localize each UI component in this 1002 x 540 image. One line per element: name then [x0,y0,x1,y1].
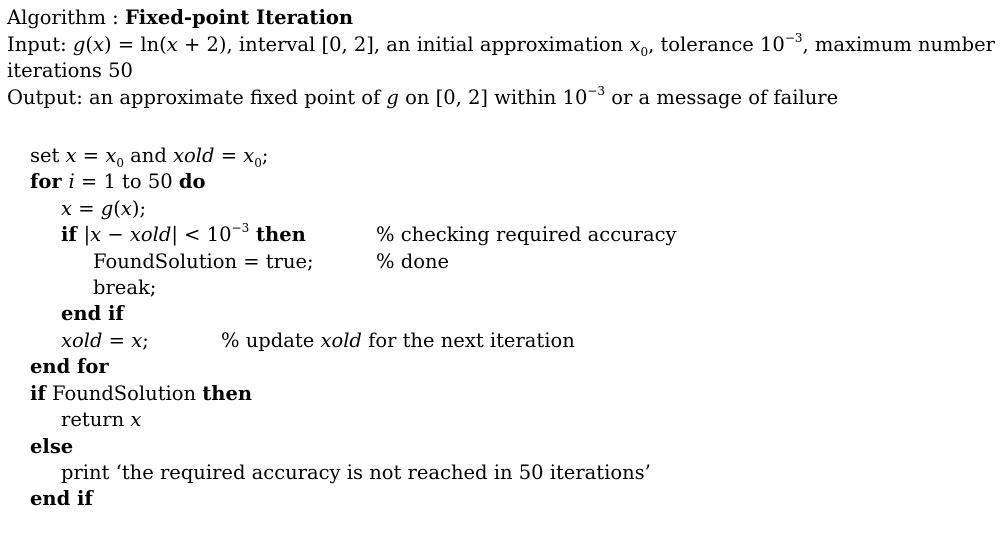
input-line: Input: g(x) = ln(x + 2), interval [0, 2]… [7,30,1002,59]
output-line: Output: an approximate fixed point of g … [7,83,839,109]
math-var: x [65,144,77,167]
input-text: , tolerance 10 [648,33,785,56]
math-exponent: −3 [587,83,606,98]
code-text: = [214,144,244,167]
code-text: | < 10 [171,223,232,246]
math-subscript: 0 [254,155,262,170]
math-var: x [166,33,178,56]
algorithm-title: Algorithm : Fixed-point Iteration [7,7,353,29]
math-var: xold [320,329,362,352]
code-line-set: set x = x0 and xold = x0; [30,144,269,170]
code-text: and [123,144,174,167]
math-text: ( [85,33,94,56]
code-text: = [102,329,132,352]
code-text: ); [131,197,147,220]
code-line-if: if |x − xold| < 10−3 then [61,220,306,246]
code-text: return [61,408,131,431]
math-var: x [120,197,132,220]
code-text: = [76,144,106,167]
output-text: on [0, 2] within 10 [398,86,588,109]
math-var: x [131,329,143,352]
math-var: xold [173,144,215,167]
input-line-continued: iterations 50 [7,60,133,82]
comment-update: % update xold for the next iteration [221,330,575,352]
keyword: if [61,223,84,246]
output-text: Output: an approximate fixed point of [7,86,387,109]
math-text: ) = ln( [104,33,167,56]
code-text: ; [142,329,149,352]
code-line-for: for i = 1 to 50 do [30,171,206,193]
math-exponent: −3 [784,30,803,45]
code-line-else: else [30,435,74,458]
code-line-assign: x = g(x); [61,198,146,220]
math-var: g [386,86,399,109]
code-text: FoundSolution [45,382,203,405]
code-line-print: print ‘the required accuracy is not reac… [61,461,651,484]
code-text: set [30,144,66,167]
output-text: or a message of failure [605,86,839,109]
math-subscript: 0 [640,44,649,59]
input-text: iterations 50 [7,59,133,82]
keyword: then [249,223,306,246]
code-text: ; [261,144,269,167]
code-line-if-found: if FoundSolution then [30,383,252,405]
math-var: x [629,33,641,56]
algorithm-name: Fixed-point Iteration [124,6,354,29]
math-var: x [105,144,117,167]
code-line-end-for: end for [30,355,109,378]
math-var: x [93,33,105,56]
keyword: do [178,170,206,193]
math-exponent: −3 [231,220,250,235]
code-text: − [101,223,130,246]
code-line-break: break; [93,276,157,299]
code-line-return: return x [61,409,141,431]
input-text: + 2), interval [0, 2], an initial approx… [177,33,630,56]
code-text: = [72,197,101,220]
input-text: , maximum number of [802,33,1002,56]
keyword: then [202,382,253,405]
input-label: Input: [7,33,73,56]
code-line-end-if-outer: end if [30,487,93,510]
code-text: = 1 to 50 [74,170,179,193]
comment-text: % update [221,329,321,352]
math-var: x [130,408,142,431]
math-var: g [72,33,86,56]
math-var: g [100,197,114,220]
code-line-update: xold = x; [61,330,149,352]
math-var: xold [129,223,172,246]
comment-text: for the next iteration [361,329,575,352]
keyword: if [30,382,46,405]
code-line-end-if-inner: end if [61,302,124,325]
title-prefix: Algorithm : [7,6,125,29]
code-text: ( [113,197,121,220]
comment-accuracy: % checking required accuracy [376,223,677,246]
keyword: for [30,170,69,193]
math-var: x [61,197,72,220]
math-subscript: 0 [116,155,124,170]
code-line-found: FoundSolution = true; [93,250,314,273]
math-var: x [243,144,255,167]
math-var: xold [61,329,103,352]
math-var: x [90,223,102,246]
comment-done: % done [376,250,450,273]
